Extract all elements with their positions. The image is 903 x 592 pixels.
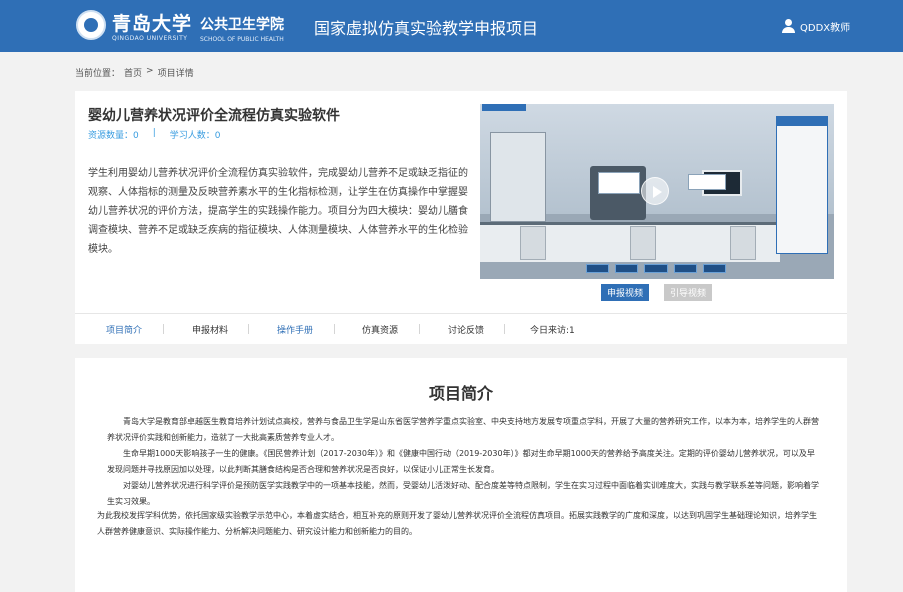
stats-separator: | <box>152 128 156 138</box>
project-card: 婴幼儿营养状况评价全流程仿真实验软件 资源数量：0 | 学习人数：0 学生利用婴… <box>75 91 847 344</box>
apply-video-button[interactable]: 申报视频 <box>601 284 649 301</box>
scene-toolbar <box>586 264 727 273</box>
video-preview[interactable] <box>480 104 834 279</box>
intro-section: 项目简介 青岛大学是教育部卓越医生教育培养计划试点高校，营养与食品卫生学是山东省… <box>75 358 847 592</box>
scene-side-panel <box>776 116 828 254</box>
university-name-en: QINGDAO UNIVERSITY <box>112 35 188 42</box>
breadcrumb-prefix: 当前位置： <box>75 69 121 79</box>
user-name: QDDX教师 <box>800 22 851 34</box>
tab-manual[interactable]: 操作手册 <box>277 323 313 336</box>
scene-top-tab <box>482 104 526 111</box>
project-title: 婴幼儿营养状况评价全流程仿真实验软件 <box>88 108 340 124</box>
project-tabs: 项目简介 申报材料 操作手册 仿真资源 讨论反馈 今日来访:1 <box>75 313 847 344</box>
university-name-cn: 青岛大学 <box>112 13 193 35</box>
breadcrumb: 当前位置： 首页 > 项目详情 <box>75 66 194 79</box>
tab-resources[interactable]: 仿真资源 <box>362 323 398 336</box>
intro-paragraph-4: 为此我校发挥学科优势，依托国家级实验教学示范中心，本着虚实结合，相互补充的原则开… <box>97 511 817 536</box>
school-name-cn: 公共卫生学院 <box>200 17 284 33</box>
breadcrumb-current: 项目详情 <box>157 69 194 79</box>
learner-count: 学习人数：0 <box>169 131 221 141</box>
top-header: 青岛大学 QINGDAO UNIVERSITY 公共卫生学院 SCHOOL OF… <box>0 0 903 52</box>
project-stats: 资源数量：0 | 学习人数：0 <box>88 128 221 141</box>
school-name-en: SCHOOL OF PUBLIC HEALTH <box>200 36 284 43</box>
tab-feedback[interactable]: 讨论反馈 <box>448 323 484 336</box>
intro-paragraph-1: 青岛大学是教育部卓越医生教育培养计划试点高校，营养与食品卫生学是山东省医学营养学… <box>107 417 819 442</box>
user-icon <box>782 19 795 33</box>
tab-materials[interactable]: 申报材料 <box>192 323 228 336</box>
scene-cabinet <box>490 132 546 222</box>
user-menu[interactable]: QDDX教师 <box>782 17 850 35</box>
site-title: 国家虚拟仿真实验教学申报项目 <box>314 19 539 38</box>
intro-paragraph-2: 生命早期1000天影响孩子一生的健康。《国民营养计划（2017-2030年）》和… <box>107 449 815 474</box>
breadcrumb-separator: > <box>146 66 154 76</box>
tab-intro[interactable]: 项目简介 <box>106 323 142 336</box>
scene-popup <box>598 172 640 194</box>
play-icon[interactable] <box>641 177 669 205</box>
breadcrumb-home-link[interactable]: 首页 <box>124 66 142 79</box>
scene-popup <box>688 174 726 190</box>
intro-title: 项目简介 <box>428 384 493 403</box>
resource-count: 资源数量：0 <box>88 131 139 141</box>
today-visits: 今日来访:1 <box>530 326 575 336</box>
guide-video-button[interactable]: 引导视频 <box>664 284 712 301</box>
university-emblem-icon <box>76 10 106 40</box>
project-description: 学生利用婴幼儿营养状况评价全流程仿真实验软件，完成婴幼儿营养不足或缺乏指征的观察… <box>88 168 468 255</box>
intro-paragraph-3: 对婴幼儿营养状况进行科学评价是预防医学实践教学中的一项基本技能，然而，受婴幼儿活… <box>107 481 819 506</box>
